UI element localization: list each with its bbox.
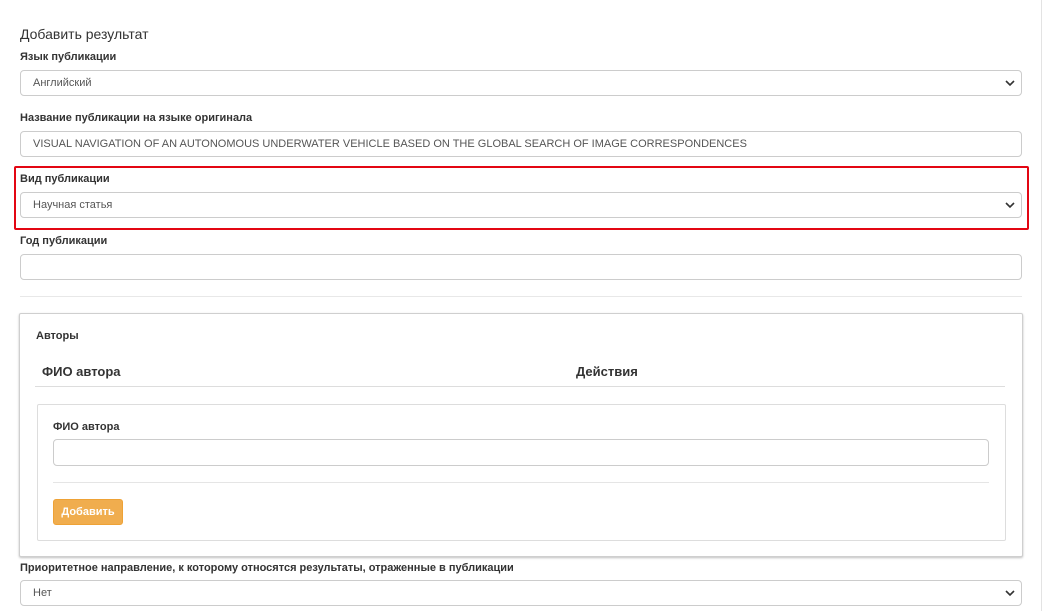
chevron-down-icon xyxy=(1005,590,1015,597)
publication-type-value: Научная статья xyxy=(33,199,113,211)
publication-type-label: Вид публикации xyxy=(20,173,110,185)
authors-panel: Авторы ФИО автора Действия ФИО автора До… xyxy=(19,313,1023,557)
chevron-down-icon xyxy=(1005,202,1015,209)
authors-title: Авторы xyxy=(36,330,79,342)
form-title: Добавить результат xyxy=(20,26,149,42)
priority-value: Нет xyxy=(33,587,52,599)
divider xyxy=(20,296,1022,297)
original-title-label: Название публикации на языке оригинала xyxy=(20,112,253,124)
author-name-label: ФИО автора xyxy=(53,421,120,433)
add-author-form: ФИО автора Добавить xyxy=(37,404,1006,541)
page-edge xyxy=(1041,0,1042,611)
publication-type-select[interactable]: Научная статья xyxy=(20,192,1022,218)
original-title-value: VISUAL NAVIGATION OF AN AUTONOMOUS UNDER… xyxy=(33,138,747,150)
year-input[interactable] xyxy=(20,254,1022,280)
year-label: Год публикации xyxy=(20,235,108,247)
actions-column-header: Действия xyxy=(576,364,638,379)
priority-label: Приоритетное направление, к которому отн… xyxy=(20,562,514,574)
language-select[interactable]: Английский xyxy=(20,70,1022,96)
language-label: Язык публикации xyxy=(20,51,117,63)
author-name-column-header: ФИО автора xyxy=(42,364,121,379)
author-name-input[interactable] xyxy=(53,439,989,466)
priority-select[interactable]: Нет xyxy=(20,580,1022,606)
inner-divider xyxy=(53,482,989,483)
chevron-down-icon xyxy=(1005,80,1015,87)
original-title-input[interactable]: VISUAL NAVIGATION OF AN AUTONOMOUS UNDER… xyxy=(20,131,1022,157)
language-value: Английский xyxy=(33,77,92,89)
table-header-divider xyxy=(35,386,1005,387)
add-author-button[interactable]: Добавить xyxy=(53,499,123,525)
